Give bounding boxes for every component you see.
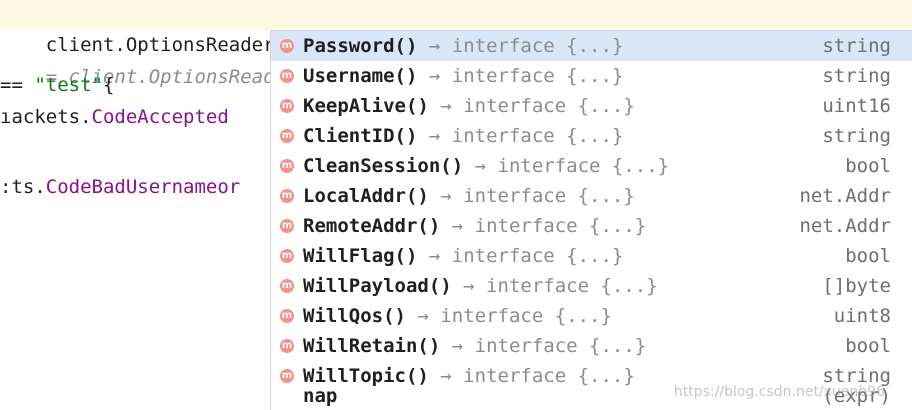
completion-item-signature: RemoteAddr() → interface {...} (303, 211, 646, 241)
completion-item-return: interface {...} (451, 35, 624, 57)
constant-name: CodeBadUsernameor (45, 176, 241, 198)
completion-item[interactable]: m LocalAddr() → interface {...} net.Addr (271, 181, 912, 211)
code-line-current[interactable]: client.OptionsReader(). (0, 0, 912, 56)
completion-item-signature: ClientID() → interface {...} (303, 121, 623, 151)
completion-item-return: interface {...} (463, 95, 635, 117)
method-icon: m (280, 99, 294, 113)
arrow-icon: → (417, 305, 429, 327)
completion-item-signature: Password() → interface {...} (303, 31, 623, 61)
string-literal: "test" (34, 74, 103, 96)
method-icon: m (280, 189, 294, 203)
method-icon: m (280, 219, 294, 233)
code-line-2[interactable]: = client.OptionsRead (0, 32, 275, 88)
completion-item[interactable]: m Password() → interface {...} string (271, 31, 912, 61)
completion-item[interactable]: m RemoteAddr() → interface {...} net.Addr (271, 211, 912, 241)
completion-popup[interactable]: m Password() → interface {...} string m User… (270, 30, 912, 410)
method-icon: m (280, 39, 294, 53)
completion-item-return: interface {...} (474, 215, 647, 237)
completion-item-name: Username() (303, 65, 418, 87)
method-icon: m (280, 279, 294, 293)
arrow-icon: → (463, 275, 475, 297)
watermark: https://blog.csdn.net/xuenb96 (673, 384, 885, 400)
arrow-icon: → (474, 155, 487, 177)
completion-item-signature: WillFlag() → interface {...} (303, 241, 623, 271)
code-brace: { (102, 74, 115, 96)
completion-item-return: interface {...} (451, 245, 624, 267)
method-icon: m (280, 129, 294, 143)
arrow-icon: → (451, 335, 464, 357)
completion-item-return: interface {...} (451, 65, 624, 87)
completion-item-name: LocalAddr() (303, 185, 429, 207)
completion-item-signature: CleanSession() → interface {...} (303, 151, 669, 181)
completion-item-signature: WillPayload() → interface {...} (303, 271, 658, 301)
completion-item-name: WillQos() (303, 305, 406, 327)
completion-item-type: net.Addr (799, 185, 891, 207)
completion-item-type: bool (845, 155, 891, 177)
completion-item-return: interface {...} (474, 335, 647, 357)
completion-item-type: string (822, 35, 891, 57)
completion-item-type: uint16 (822, 95, 891, 117)
method-icon: m (280, 369, 294, 383)
completion-item[interactable]: m WillFlag() → interface {...} bool (271, 241, 912, 271)
completion-item-name: WillPayload() (303, 275, 452, 297)
code-text: ıackets. (0, 106, 92, 128)
completion-item-signature: WillQos() → interface {...} (303, 301, 612, 331)
arrow-icon: → (440, 185, 452, 207)
completion-item-name: WillFlag() (303, 245, 418, 267)
completion-item-name: nap (303, 385, 338, 407)
completion-item-return: interface {...} (497, 155, 670, 177)
constant-name: CodeAccepted (91, 106, 229, 128)
completion-item-return: interface {...} (463, 185, 635, 207)
method-icon: m (280, 159, 294, 173)
completion-item-name: Password() (303, 35, 418, 57)
completion-item[interactable]: m Username() → interface {...} string (271, 61, 912, 91)
completion-item[interactable]: m KeepAlive() → interface {...} uint16 (271, 91, 912, 121)
completion-item-type: []byte (822, 275, 891, 297)
completion-item-name: CleanSession() (303, 155, 464, 177)
completion-item-type: uint8 (833, 305, 891, 327)
arrow-icon: → (428, 65, 441, 87)
method-icon: m (280, 339, 294, 353)
completion-item-name: WillRetain() (303, 335, 441, 357)
completion-item-return: interface {...} (486, 275, 658, 297)
completion-item-signature: KeepAlive() → interface {...} (303, 91, 635, 121)
completion-item[interactable]: m WillRetain() → interface {...} bool (271, 331, 912, 361)
completion-item-type: net.Addr (799, 215, 891, 237)
arrow-icon: → (440, 95, 452, 117)
completion-item-return: interface {...} (440, 305, 612, 327)
arrow-icon: → (428, 35, 441, 57)
completion-item-type: string (822, 65, 891, 87)
arrow-icon: → (451, 215, 464, 237)
code-line-3[interactable]: == "test"{ (0, 70, 114, 100)
completion-item[interactable]: m ClientID() → interface {...} string (271, 121, 912, 151)
completion-item[interactable]: m WillPayload() → interface {...} []byte (271, 271, 912, 301)
completion-item-type: bool (845, 245, 891, 267)
completion-item-signature: WillTopic() → interface {...} (303, 361, 635, 391)
completion-item-signature: Username() → interface {...} (303, 61, 623, 91)
completion-item-type: bool (845, 335, 891, 357)
code-line-4[interactable]: ıackets.CodeAccepted (0, 102, 229, 132)
completion-item[interactable]: m WillQos() → interface {...} uint8 (271, 301, 912, 331)
method-icon: m (280, 69, 294, 83)
code-operator: == (0, 74, 35, 96)
arrow-icon: → (428, 125, 441, 147)
arrow-icon: → (428, 245, 441, 267)
completion-item-name: ClientID() (303, 125, 418, 147)
completion-item[interactable]: m CleanSession() → interface {...} bool (271, 151, 912, 181)
completion-item-type: string (822, 125, 891, 147)
completion-item-signature: WillRetain() → interface {...} (303, 331, 646, 361)
code-line-6[interactable]: :ts.CodeBadUsernameor (0, 172, 240, 202)
method-icon: m (280, 249, 294, 263)
completion-item-name: KeepAlive() (303, 95, 429, 117)
method-icon: m (280, 309, 294, 323)
completion-item-return: interface {...} (451, 125, 624, 147)
arrow-icon: → (440, 365, 452, 387)
completion-item-return: interface {...} (463, 365, 635, 387)
code-text: :ts. (0, 176, 46, 198)
completion-item-name: RemoteAddr() (303, 215, 441, 237)
completion-item-signature: LocalAddr() → interface {...} (303, 181, 635, 211)
